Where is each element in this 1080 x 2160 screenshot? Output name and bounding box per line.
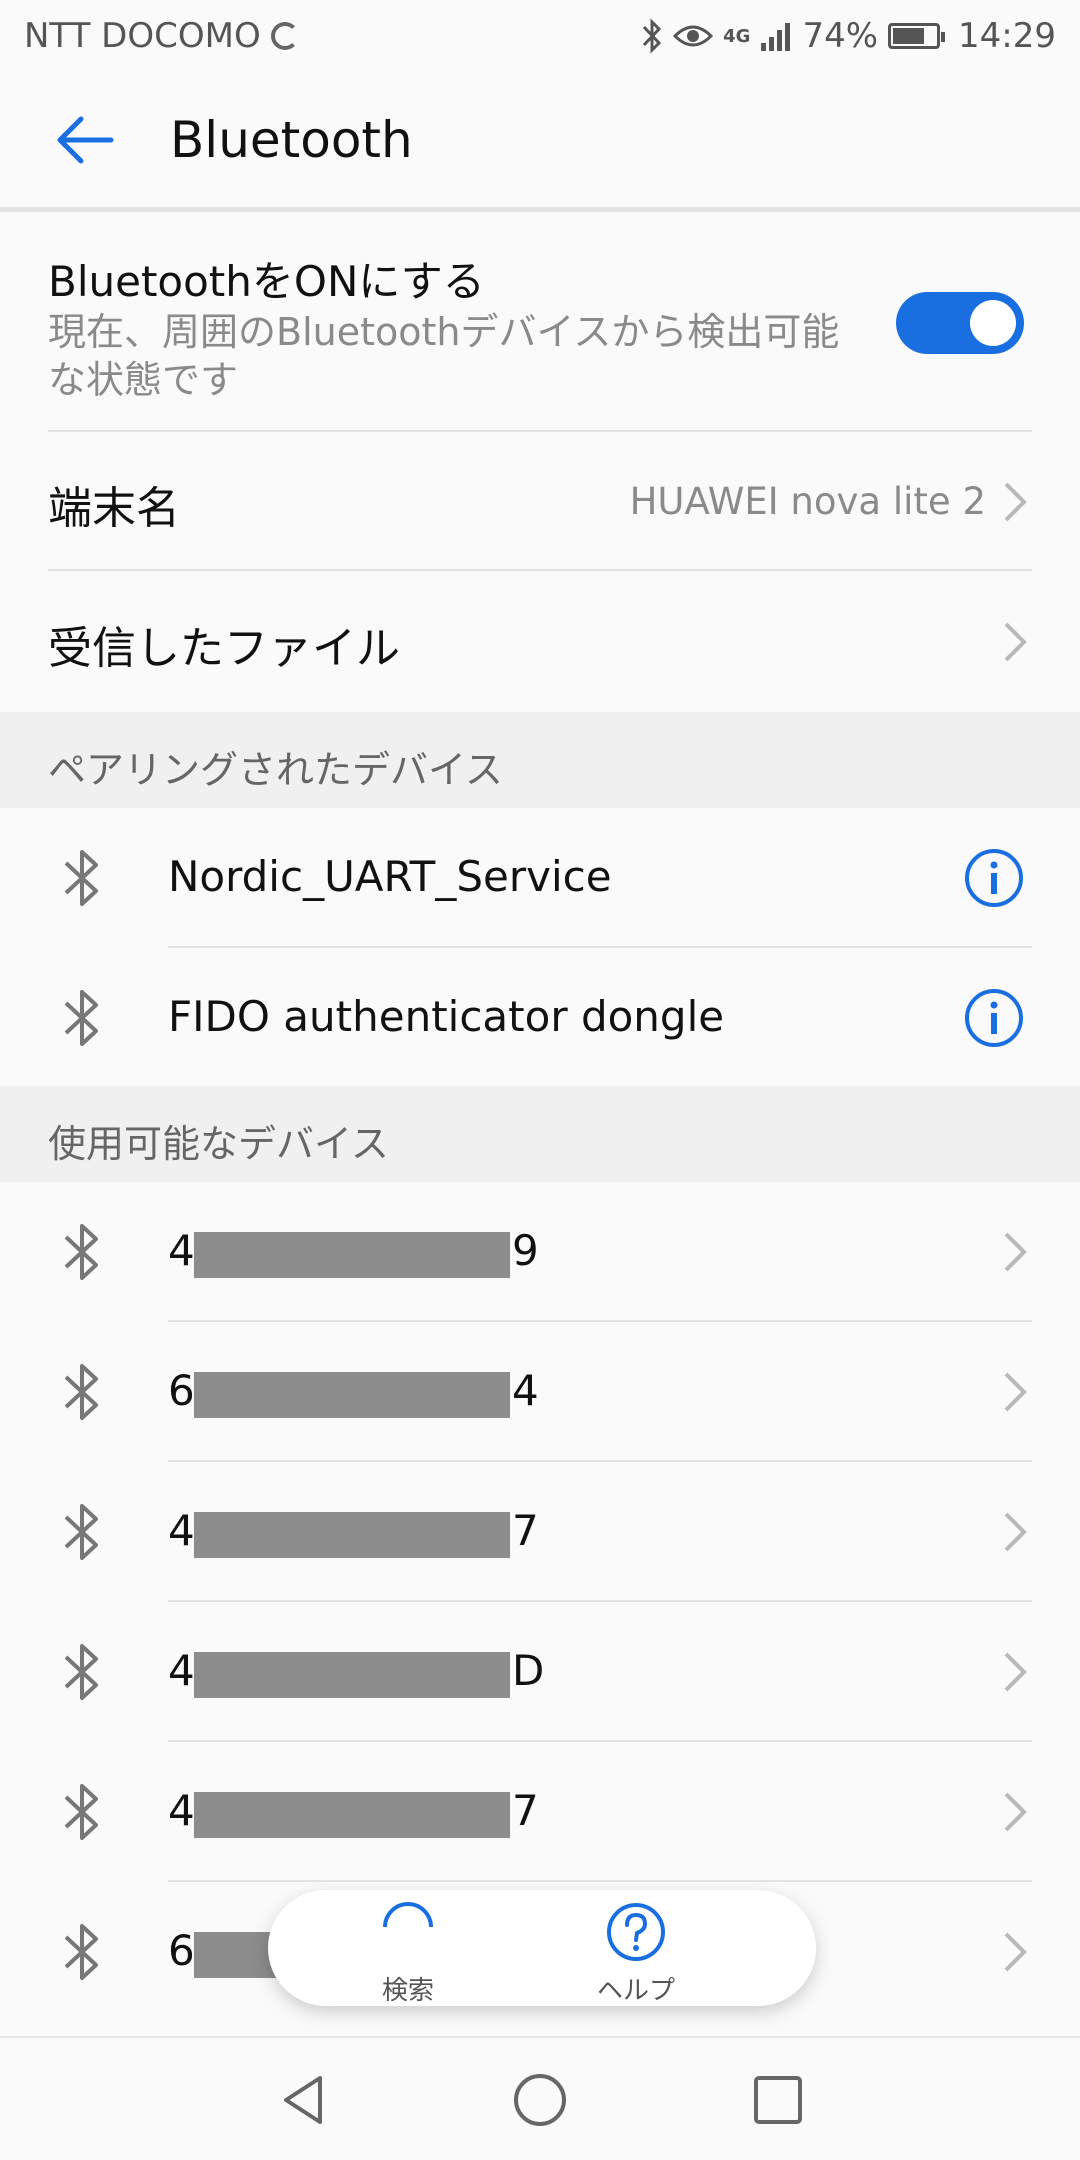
available-device-name-start: 6	[168, 1926, 195, 1975]
battery-percent: 74%	[802, 16, 879, 56]
chevron-right-icon	[1004, 1932, 1027, 1972]
chevron-right-icon	[1004, 482, 1027, 522]
available-device-name-start: 4	[168, 1646, 195, 1695]
available-device-name-start: 4	[168, 1506, 195, 1555]
search-label: 検索	[381, 1976, 434, 2006]
bluetooth-icon	[64, 1364, 98, 1420]
redaction-block	[194, 1372, 510, 1418]
bluetooth-icon	[64, 1224, 98, 1280]
chevron-right-icon	[1004, 1512, 1027, 1552]
redaction-block	[194, 1792, 510, 1838]
available-device-row[interactable]	[0, 1182, 1080, 1322]
chevron-right-icon	[1004, 1652, 1027, 1692]
available-device-name-end: 7	[512, 1786, 539, 1835]
system-nav-bar	[0, 2036, 1080, 2160]
square-recents-icon[interactable]	[746, 2068, 810, 2132]
paired-device-name: Nordic_UART_Service	[168, 852, 612, 901]
available-device-name-end: 4	[512, 1366, 539, 1415]
device-name-label: 端末名	[48, 483, 180, 534]
switch-knob	[970, 300, 1016, 346]
available-devices-header: 使用可能なデバイス	[0, 1086, 1080, 1182]
carrier-name: NTT DOCOMO	[24, 16, 261, 56]
triangle-back-icon[interactable]	[272, 2068, 336, 2132]
search-progress-icon	[383, 1902, 433, 1928]
available-device-row[interactable]	[0, 1322, 1080, 1462]
arrow-left-icon	[57, 116, 114, 163]
clock: 14:29	[958, 16, 1056, 56]
available-device-name-end: D	[512, 1646, 545, 1695]
paired-device-name: FIDO authenticator dongle	[168, 992, 725, 1041]
info-icon[interactable]	[964, 988, 1024, 1048]
app-bar: Bluetooth	[0, 72, 1080, 212]
search-button[interactable]: 検索	[318, 1890, 498, 2006]
battery-level-fill	[893, 28, 925, 44]
bluetooth-icon	[64, 1644, 98, 1700]
available-device-row[interactable]	[0, 1462, 1080, 1602]
circle-home-icon[interactable]	[508, 2068, 572, 2132]
chevron-right-icon	[1004, 1792, 1027, 1832]
help-label: ヘルプ	[596, 1976, 675, 2006]
redaction-block	[194, 1232, 510, 1278]
redaction-block	[194, 1512, 510, 1558]
bluetooth-icon	[64, 1924, 98, 1980]
info-icon[interactable]	[964, 848, 1024, 908]
page-title: Bluetooth	[170, 110, 413, 169]
sync-icon	[270, 22, 299, 50]
battery-icon	[888, 23, 946, 49]
chevron-right-icon	[1004, 622, 1027, 662]
redaction-block	[194, 1652, 510, 1698]
available-devices-header-text: 使用可能なデバイス	[48, 1122, 389, 1166]
bluetooth-status-icon	[641, 18, 663, 54]
signal-icon	[760, 21, 792, 51]
bottom-action-bar: 検索 ヘルプ	[268, 1890, 816, 2006]
available-device-name-end: 9	[512, 1226, 539, 1275]
paired-devices-header: ペアリングされたデバイス	[0, 712, 1080, 808]
help-icon	[607, 1903, 665, 1961]
device-name-value: HUAWEI nova lite 2	[629, 480, 986, 523]
paired-devices-header-text: ペアリングされたデバイス	[48, 748, 503, 792]
help-button[interactable]: ヘルプ	[546, 1890, 726, 2006]
available-device-name-start: 4	[168, 1226, 195, 1275]
status-bar: NTT DOCOMO 4G 74% 14:29	[0, 0, 1080, 72]
bluetooth-icon	[64, 990, 98, 1046]
network-type: 4G	[723, 25, 751, 47]
available-device-row[interactable]	[0, 1742, 1080, 1882]
available-device-name-end: 7	[512, 1506, 539, 1555]
chevron-right-icon	[1004, 1372, 1027, 1412]
available-device-name-start: 6	[168, 1366, 195, 1415]
bluetooth-icon	[64, 1504, 98, 1560]
bluetooth-icon	[64, 850, 98, 906]
eye-comfort-icon	[673, 22, 714, 50]
available-device-name-start: 4	[168, 1786, 195, 1835]
chevron-right-icon	[1004, 1232, 1027, 1272]
bluetooth-switch[interactable]	[896, 292, 1024, 354]
bluetooth-icon	[64, 1784, 98, 1840]
received-files-label: 受信したファイル	[48, 623, 400, 674]
bluetooth-toggle-title: BluetoothをONにする	[48, 257, 485, 306]
back-button[interactable]	[0, 70, 170, 210]
bluetooth-toggle-description: 現在、周囲のBluetoothデバイスから検出可能な状態です	[48, 310, 840, 402]
